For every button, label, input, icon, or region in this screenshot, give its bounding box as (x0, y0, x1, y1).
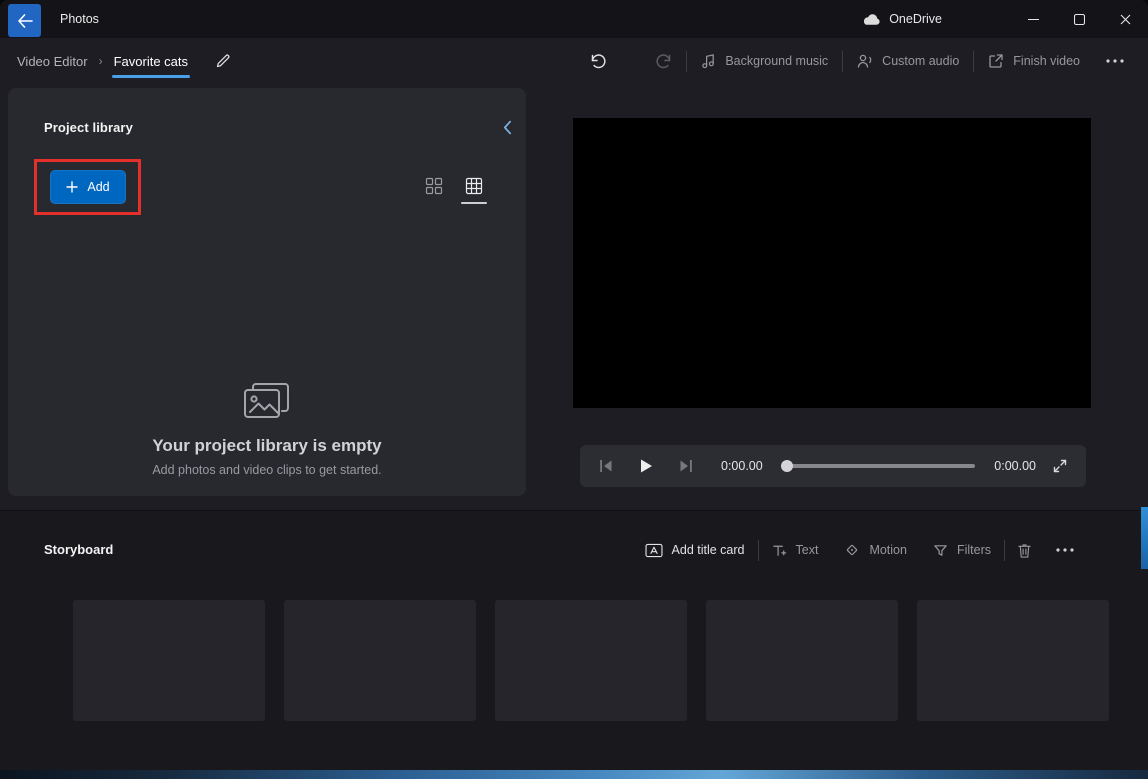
grid-2x2-icon (425, 177, 443, 195)
project-name[interactable]: Favorite cats (114, 54, 188, 69)
storyboard-tile (73, 600, 265, 721)
app-title: Photos (60, 12, 99, 26)
current-time: 0:00.00 (721, 459, 763, 473)
redo-button[interactable] (654, 51, 674, 71)
photos-app-window: Photos OneDrive (0, 0, 1148, 770)
small-tiles-view-button[interactable] (465, 177, 483, 195)
collapse-panel-button[interactable] (501, 118, 514, 137)
undo-button[interactable] (588, 51, 608, 71)
empty-library-subtitle: Add photos and video clips to get starte… (152, 463, 381, 477)
storyboard-title: Storyboard (44, 542, 113, 557)
add-title-card-label: Add title card (672, 543, 745, 557)
trash-icon (1017, 542, 1032, 559)
seek-track (782, 464, 976, 468)
pencil-icon (215, 53, 231, 69)
playback-bar: 0:00.00 0:00.00 (580, 445, 1086, 487)
screenshot-stage: Photos OneDrive (0, 0, 1148, 779)
background-music-button[interactable]: Background music (687, 53, 842, 69)
finish-video-button[interactable]: Finish video (974, 53, 1094, 69)
titlebar-right: OneDrive (862, 0, 1148, 38)
filters-label: Filters (957, 543, 991, 557)
close-button[interactable] (1102, 0, 1148, 38)
storyboard-tile (917, 600, 1109, 721)
next-frame-button[interactable] (679, 459, 693, 473)
storyboard-tile (284, 600, 476, 721)
minimize-icon (1028, 14, 1039, 25)
storyboard-actions: Add title card Text Motion (632, 533, 1086, 567)
custom-audio-button[interactable]: Custom audio (843, 53, 973, 69)
desktop-background-strip (0, 770, 1148, 779)
breadcrumb-video-editor[interactable]: Video Editor (17, 54, 88, 69)
playhead-handle[interactable] (781, 460, 793, 472)
breadcrumb-separator: › (99, 54, 103, 68)
storyboard-tile (495, 600, 687, 721)
breadcrumb: Video Editor › Favorite cats (17, 38, 231, 84)
custom-audio-label: Custom audio (882, 54, 959, 68)
plus-icon (66, 181, 78, 193)
undo-icon (588, 51, 608, 71)
person-audio-icon (857, 53, 873, 69)
storyboard-tile (706, 600, 898, 721)
filters-button[interactable]: Filters (920, 543, 1004, 558)
previous-frame-button[interactable] (599, 459, 613, 473)
back-button[interactable] (8, 4, 41, 37)
editor-toolbar: Video Editor › Favorite cats (0, 38, 1148, 84)
storyboard-tiles (73, 600, 1109, 721)
motion-button[interactable]: Motion (831, 542, 920, 558)
add-title-card-button[interactable]: Add title card (632, 543, 758, 558)
background-music-label: Background music (725, 54, 828, 68)
history-controls (588, 38, 674, 84)
titlebar: Photos OneDrive (0, 0, 1148, 38)
finish-video-label: Finish video (1013, 54, 1080, 68)
storyboard-more-button[interactable] (1044, 548, 1086, 552)
seek-slider[interactable] (782, 459, 976, 473)
maximize-icon (1074, 14, 1085, 25)
onedrive-cloud-icon (862, 13, 881, 26)
share-export-icon (988, 53, 1004, 69)
photo-stack-icon (243, 380, 291, 424)
onedrive-label: OneDrive (889, 12, 942, 26)
music-note-icon (701, 53, 716, 69)
chevron-left-icon (503, 120, 512, 135)
storyboard-section: Storyboard Add title card Text (0, 510, 1148, 770)
total-time: 0:00.00 (994, 459, 1036, 473)
empty-library-title: Your project library is empty (152, 436, 381, 456)
add-label: Add (87, 180, 109, 194)
library-view-toggles (425, 177, 483, 195)
redo-icon (654, 51, 674, 71)
ellipsis-icon (1056, 548, 1074, 552)
filter-funnel-icon (933, 543, 948, 558)
motion-label: Motion (869, 543, 907, 557)
fullscreen-button[interactable] (1053, 459, 1067, 473)
project-library-panel: Project library Add (8, 88, 526, 496)
play-button[interactable] (639, 458, 653, 474)
toolbar-actions: Background music Custom audio Finish vid… (686, 38, 1136, 84)
large-tiles-view-button[interactable] (425, 177, 443, 195)
motion-diamond-icon (844, 542, 860, 558)
project-library-title: Project library (44, 120, 133, 135)
back-arrow-icon (17, 14, 33, 28)
text-add-icon (772, 543, 787, 558)
next-frame-icon (679, 459, 693, 473)
add-media-button[interactable]: Add (50, 170, 126, 204)
expand-diagonal-icon (1053, 459, 1067, 473)
minimize-button[interactable] (1010, 0, 1056, 38)
previous-frame-icon (599, 459, 613, 473)
desktop-background-sliver (1141, 507, 1148, 569)
play-icon (639, 458, 653, 474)
text-label: Text (796, 543, 819, 557)
toolbar-more-button[interactable] (1094, 59, 1136, 63)
grid-3x3-icon (465, 177, 483, 195)
rename-project-button[interactable] (215, 53, 231, 69)
empty-library-state: Your project library is empty Add photos… (8, 380, 526, 477)
delete-button[interactable] (1005, 542, 1044, 559)
title-card-icon (645, 543, 663, 558)
video-preview (573, 118, 1091, 408)
text-button[interactable]: Text (759, 543, 832, 558)
onedrive-status[interactable]: OneDrive (862, 12, 942, 26)
ellipsis-icon (1106, 59, 1124, 63)
maximize-button[interactable] (1056, 0, 1102, 38)
close-icon (1120, 14, 1131, 25)
